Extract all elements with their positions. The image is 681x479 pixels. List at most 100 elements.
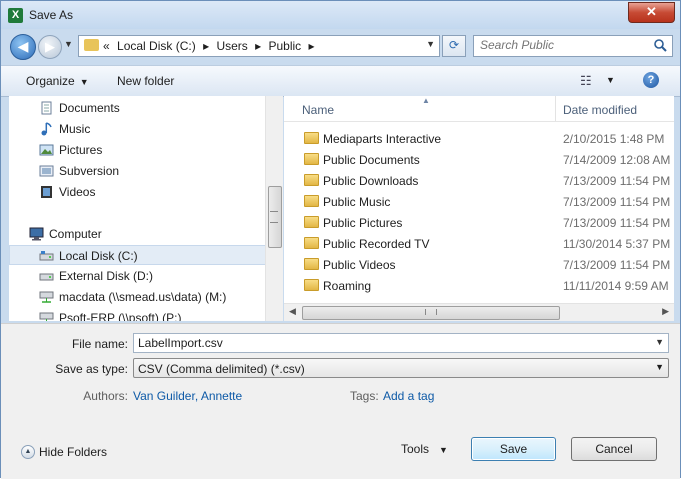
nav-item-external-disk[interactable]: External Disk (D:) xyxy=(9,266,266,286)
nav-item-subversion[interactable]: Subversion xyxy=(9,161,266,181)
file-name: Mediaparts Interactive xyxy=(323,132,442,146)
tools-menu[interactable]: Tools ▼ xyxy=(401,442,448,456)
organize-menu[interactable]: Organize ▼ xyxy=(26,74,89,88)
nav-scrollbar[interactable] xyxy=(265,96,283,321)
folder-icon xyxy=(304,174,319,186)
file-date: 7/13/2009 11:54 PM xyxy=(563,216,671,230)
folder-icon xyxy=(304,279,319,291)
nav-label: Videos xyxy=(59,185,96,199)
file-name: Public Documents xyxy=(323,153,420,167)
breadcrumb-separator[interactable]: ▸ xyxy=(203,39,209,53)
save-as-type-label: Save as type: xyxy=(55,362,128,376)
nav-item-psoft[interactable]: Psoft-ERP (\\psoft) (P:) xyxy=(9,308,266,321)
folder-icon xyxy=(304,195,319,207)
nav-label: Subversion xyxy=(59,164,120,178)
documents-icon xyxy=(41,101,52,115)
network-drive-icon xyxy=(39,312,54,321)
search-input[interactable] xyxy=(474,36,650,54)
chevron-down-icon[interactable]: ▼ xyxy=(655,337,664,347)
table-row[interactable]: Public Documents 7/14/2009 12:08 AM xyxy=(284,149,674,170)
chevron-down-icon: ▼ xyxy=(655,362,664,372)
external-disk-icon xyxy=(39,273,54,281)
scroll-left-icon[interactable]: ◀ xyxy=(289,306,296,317)
computer-icon xyxy=(29,227,44,241)
breadcrumb-separator[interactable]: ▸ xyxy=(309,39,315,53)
file-name: Public Music xyxy=(323,195,391,209)
help-button[interactable]: ? xyxy=(643,72,659,88)
nav-item-pictures[interactable]: Pictures xyxy=(9,140,266,160)
table-row[interactable]: Public Pictures 7/13/2009 11:54 PM xyxy=(284,212,674,233)
breadcrumb-separator[interactable]: ▸ xyxy=(255,39,261,53)
scrollbar-grip-icon xyxy=(425,309,437,315)
address-bar[interactable]: « Local Disk (C:) ▸ Users ▸ Public ▸ ▼ xyxy=(78,35,440,57)
file-list: ▲ Name Date modified Mediaparts Interact… xyxy=(284,96,674,321)
file-name: Roaming xyxy=(323,279,372,293)
music-icon xyxy=(41,122,52,136)
nav-label: Local Disk (C:) xyxy=(59,249,138,263)
column-divider[interactable] xyxy=(555,96,556,121)
folder-icon xyxy=(304,216,319,228)
authors-link[interactable]: Van Guilder, Annette xyxy=(133,389,242,403)
file-name-label: File name: xyxy=(71,337,128,351)
table-row[interactable]: Public Videos 7/13/2009 11:54 PM xyxy=(284,254,674,275)
tools-label: Tools xyxy=(401,442,430,456)
videos-icon xyxy=(41,186,52,198)
save-as-type-select[interactable]: CSV (Comma delimited) (*.csv) ▼ xyxy=(133,358,669,378)
file-name-field[interactable]: ▼ xyxy=(133,333,669,353)
new-folder-button[interactable]: New folder xyxy=(117,74,174,88)
address-dropdown-icon[interactable]: ▼ xyxy=(426,39,435,49)
sort-ascending-icon: ▲ xyxy=(422,96,430,105)
save-as-dialog: X Save As ✕ ◀ ▶ ▼ « Local Disk (C:) ▸ Us… xyxy=(0,0,681,479)
nav-label: Documents xyxy=(59,101,120,115)
nav-item-local-disk[interactable]: Local Disk (C:) xyxy=(9,245,266,265)
table-row[interactable]: Mediaparts Interactive 2/10/2015 1:48 PM xyxy=(284,128,674,149)
file-list-scrollbar[interactable]: ◀ ▶ xyxy=(284,303,674,321)
nav-item-macdata[interactable]: macdata (\\smead.us\data) (M:) xyxy=(9,287,266,307)
file-name: Public Recorded TV xyxy=(323,237,430,251)
local-disk-icon xyxy=(39,251,54,261)
add-tag-link[interactable]: Add a tag xyxy=(383,389,434,403)
table-row[interactable]: Roaming 11/11/2014 9:59 AM xyxy=(284,275,674,296)
table-row[interactable]: Public Downloads 7/13/2009 11:54 PM xyxy=(284,170,674,191)
file-date: 2/10/2015 1:48 PM xyxy=(563,132,665,146)
file-date: 7/13/2009 11:54 PM xyxy=(563,258,671,272)
nav-label: Psoft-ERP (\\psoft) (P:) xyxy=(59,311,182,321)
column-header-name[interactable]: Name xyxy=(302,103,334,117)
save-button[interactable]: Save xyxy=(471,437,556,461)
nav-item-videos[interactable]: Videos xyxy=(9,182,266,202)
folder-icon xyxy=(304,153,319,165)
subversion-icon xyxy=(39,165,54,177)
folder-icon xyxy=(304,237,319,249)
file-name: Public Pictures xyxy=(323,216,403,230)
folder-icon xyxy=(304,132,319,144)
breadcrumb-public[interactable]: Public xyxy=(269,39,302,53)
refresh-button[interactable]: ⟳ xyxy=(442,35,466,57)
title-bar: X Save As ✕ xyxy=(1,1,680,29)
file-name: Public Videos xyxy=(323,258,396,272)
nav-item-music[interactable]: Music xyxy=(9,119,266,139)
recent-pages-dropdown[interactable]: ▼ xyxy=(64,39,73,49)
column-header-date-modified[interactable]: Date modified xyxy=(563,103,637,117)
nav-label: macdata (\\smead.us\data) (M:) xyxy=(59,290,227,304)
breadcrumb-overflow[interactable]: « xyxy=(103,39,110,53)
nav-item-computer[interactable]: Computer xyxy=(9,224,266,244)
back-button[interactable]: ◀ xyxy=(10,34,36,60)
collapse-up-icon: ▲ xyxy=(21,445,35,459)
search-icon[interactable] xyxy=(653,38,668,53)
cancel-button[interactable]: Cancel xyxy=(571,437,657,461)
breadcrumb-local-disk[interactable]: Local Disk (C:) xyxy=(117,39,196,53)
forward-button[interactable]: ▶ xyxy=(38,35,62,59)
search-box[interactable] xyxy=(473,35,673,57)
view-dropdown-icon[interactable]: ▼ xyxy=(606,75,615,85)
breadcrumb-users[interactable]: Users xyxy=(216,39,247,53)
view-icon[interactable]: ☷ xyxy=(580,73,592,89)
file-name-input[interactable] xyxy=(134,334,619,352)
scrollbar-grip-icon xyxy=(270,211,278,223)
nav-item-documents[interactable]: Documents xyxy=(9,98,266,118)
close-button[interactable]: ✕ xyxy=(628,2,675,23)
scroll-right-icon[interactable]: ▶ xyxy=(662,306,669,317)
organize-label: Organize xyxy=(26,74,75,88)
table-row[interactable]: Public Recorded TV 11/30/2014 5:37 PM xyxy=(284,233,674,254)
table-row[interactable]: Public Music 7/13/2009 11:54 PM xyxy=(284,191,674,212)
chevron-down-icon: ▼ xyxy=(79,77,89,87)
